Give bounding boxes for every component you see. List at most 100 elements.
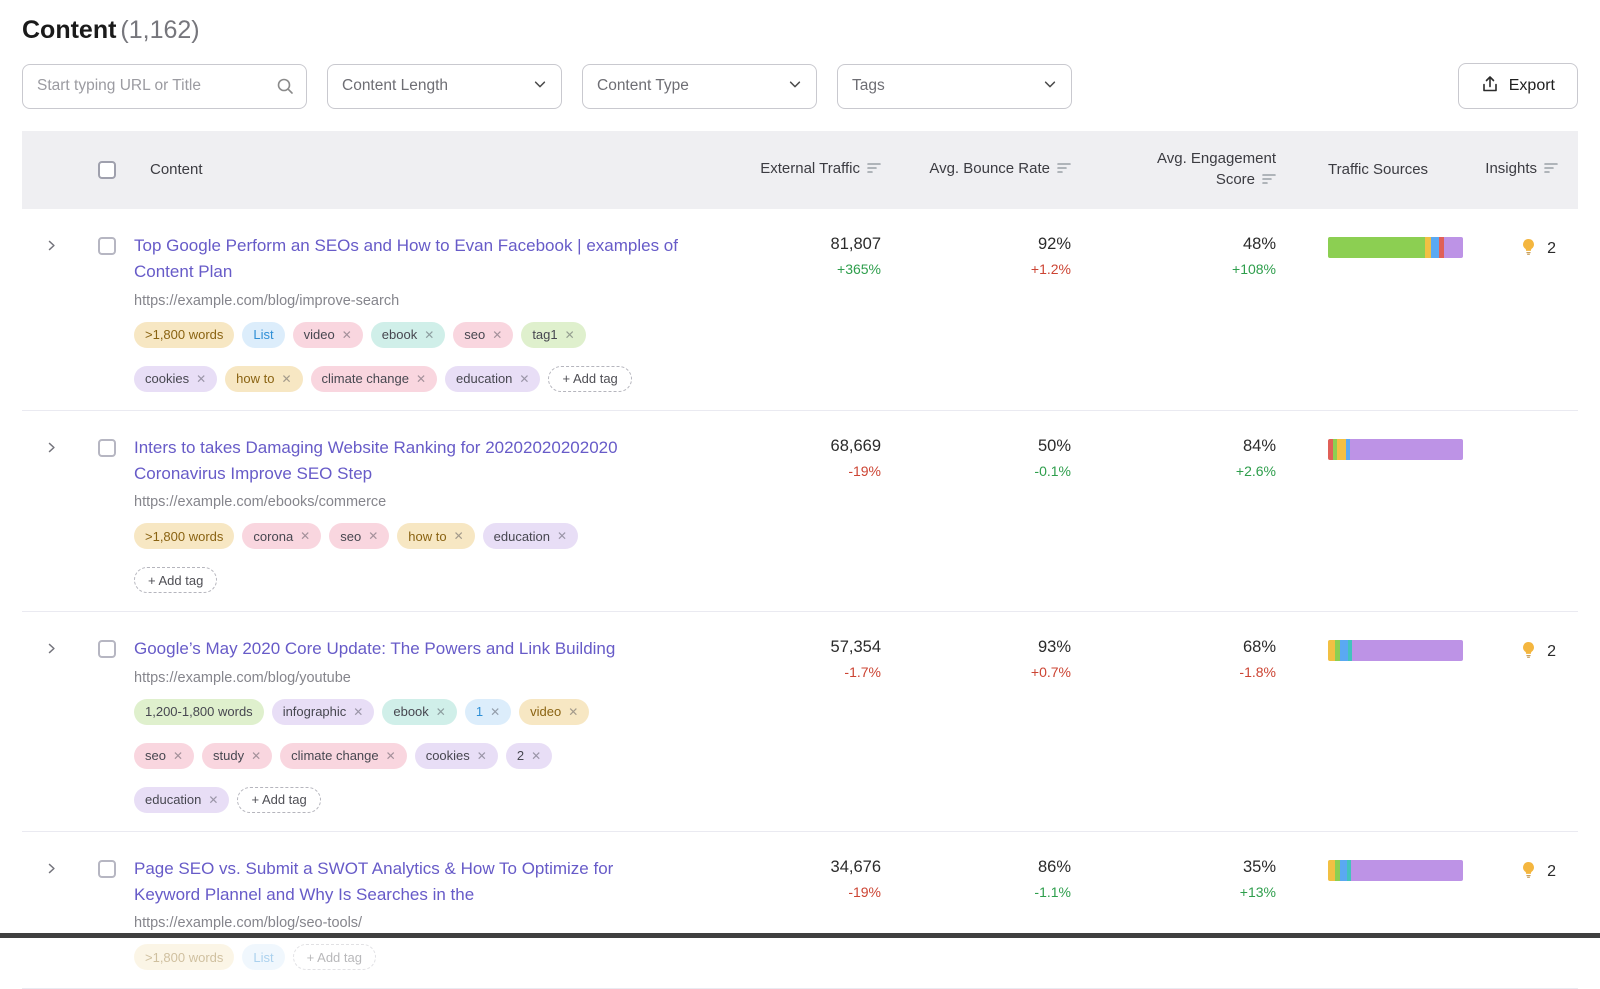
- expand-row-icon[interactable]: [45, 239, 58, 252]
- expand-row-icon[interactable]: [45, 862, 58, 875]
- tag-chip[interactable]: tag1✕: [521, 322, 585, 348]
- tag-chip[interactable]: 2✕: [506, 743, 552, 769]
- sort-icon[interactable]: [867, 160, 881, 180]
- lightbulb-icon[interactable]: [1519, 860, 1538, 884]
- remove-tag-icon[interactable]: ✕: [519, 373, 529, 385]
- tag-chip[interactable]: cookies✕: [415, 743, 498, 769]
- tag-chip[interactable]: >1,800 words: [134, 944, 234, 970]
- row-checkbox[interactable]: [98, 640, 116, 658]
- add-tag-button[interactable]: + Add tag: [293, 944, 376, 970]
- column-header-engagement-score[interactable]: Avg. Engagement Score: [1101, 149, 1306, 191]
- tag-label: >1,800 words: [145, 327, 223, 342]
- column-header-insights[interactable]: Insights: [1478, 159, 1578, 180]
- search-box[interactable]: [22, 64, 307, 109]
- content-cell: Google’s May 2020 Core Update: The Power…: [134, 636, 716, 812]
- row-checkbox[interactable]: [98, 237, 116, 255]
- tag-chip[interactable]: how to✕: [225, 366, 302, 392]
- insights-count[interactable]: 2: [1547, 863, 1556, 881]
- tag-label: ebook: [382, 327, 417, 342]
- sort-icon[interactable]: [1057, 160, 1071, 180]
- remove-tag-icon[interactable]: ✕: [454, 530, 464, 542]
- tag-chip[interactable]: video✕: [293, 322, 363, 348]
- table-row: Google’s May 2020 Core Update: The Power…: [22, 612, 1578, 831]
- remove-tag-icon[interactable]: ✕: [477, 750, 487, 762]
- lightbulb-icon[interactable]: [1519, 237, 1538, 261]
- tag-chip[interactable]: video✕: [519, 699, 589, 725]
- content-type-dropdown[interactable]: Content Type: [582, 64, 817, 109]
- column-header-external-traffic[interactable]: External Traffic: [716, 159, 911, 180]
- metric-value: 50%: [911, 437, 1071, 456]
- bounce-rate-cell: 92%+1.2%: [911, 233, 1101, 277]
- select-all-checkbox[interactable]: [98, 161, 116, 179]
- tag-chip[interactable]: education✕: [134, 787, 229, 813]
- remove-tag-icon[interactable]: ✕: [436, 706, 446, 718]
- content-title-link[interactable]: Page SEO vs. Submit a SWOT Analytics & H…: [134, 856, 679, 909]
- remove-tag-icon[interactable]: ✕: [173, 750, 183, 762]
- remove-tag-icon[interactable]: ✕: [557, 530, 567, 542]
- insights-count[interactable]: 2: [1547, 643, 1556, 661]
- content-length-dropdown[interactable]: Content Length: [327, 64, 562, 109]
- tag-chip[interactable]: corona✕: [242, 523, 321, 549]
- metric-delta: -1.8%: [1101, 664, 1276, 680]
- remove-tag-icon[interactable]: ✕: [281, 373, 291, 385]
- add-tag-button[interactable]: + Add tag: [237, 787, 320, 813]
- tag-chip[interactable]: seo✕: [329, 523, 389, 549]
- content-title-link[interactable]: Inters to takes Damaging Website Ranking…: [134, 435, 679, 488]
- remove-tag-icon[interactable]: ✕: [490, 706, 500, 718]
- remove-tag-icon[interactable]: ✕: [196, 373, 206, 385]
- tag-chip[interactable]: study✕: [202, 743, 272, 769]
- remove-tag-icon[interactable]: ✕: [565, 329, 575, 341]
- remove-tag-icon[interactable]: ✕: [368, 530, 378, 542]
- add-tag-button[interactable]: + Add tag: [134, 567, 217, 593]
- tag-chip[interactable]: ebook ✕: [371, 322, 445, 348]
- remove-tag-icon[interactable]: ✕: [342, 329, 352, 341]
- tag-chip[interactable]: seo✕: [453, 322, 513, 348]
- tag-chip[interactable]: education✕: [445, 366, 540, 392]
- tag-chip[interactable]: ebook✕: [382, 699, 456, 725]
- remove-tag-icon[interactable]: ✕: [251, 750, 261, 762]
- tag-chip[interactable]: climate change✕: [280, 743, 407, 769]
- remove-tag-icon[interactable]: ✕: [492, 329, 502, 341]
- metric-value: 68%: [1101, 638, 1276, 657]
- remove-tag-icon[interactable]: ✕: [531, 750, 541, 762]
- tag-chip[interactable]: List: [242, 322, 284, 348]
- add-tag-button[interactable]: + Add tag: [548, 366, 631, 392]
- remove-tag-icon[interactable]: ✕: [353, 706, 363, 718]
- tag-chip[interactable]: education✕: [483, 523, 578, 549]
- sort-icon[interactable]: [1262, 171, 1276, 191]
- chevron-down-icon: [788, 77, 802, 96]
- tag-chip[interactable]: cookies✕: [134, 366, 217, 392]
- metric-delta: +13%: [1101, 884, 1276, 900]
- traffic-sources-cell: [1306, 233, 1478, 258]
- search-input[interactable]: [35, 76, 276, 96]
- expand-row-icon[interactable]: [45, 441, 58, 454]
- insights-count[interactable]: 2: [1547, 240, 1556, 258]
- expand-row-icon[interactable]: [45, 642, 58, 655]
- remove-tag-icon[interactable]: ✕: [568, 706, 578, 718]
- remove-tag-icon[interactable]: ✕: [424, 329, 434, 341]
- content-title-link[interactable]: Google’s May 2020 Core Update: The Power…: [134, 636, 679, 662]
- remove-tag-icon[interactable]: ✕: [386, 750, 396, 762]
- tags-dropdown[interactable]: Tags: [837, 64, 1072, 109]
- metric-delta: +2.6%: [1101, 463, 1276, 479]
- lightbulb-icon[interactable]: [1519, 640, 1538, 664]
- tag-chip[interactable]: >1,800 words: [134, 523, 234, 549]
- tag-list: >1,800 words List + Add tag: [134, 944, 694, 970]
- tag-chip[interactable]: how to✕: [397, 523, 474, 549]
- export-button[interactable]: Export: [1458, 63, 1578, 109]
- tag-chip[interactable]: 1,200-1,800 words: [134, 699, 264, 725]
- content-title-link[interactable]: Top Google Perform an SEOs and How to Ev…: [134, 233, 679, 286]
- tag-chip[interactable]: climate change✕: [311, 366, 438, 392]
- tag-chip[interactable]: List: [242, 944, 284, 970]
- sort-icon[interactable]: [1544, 160, 1558, 180]
- tag-chip[interactable]: seo✕: [134, 743, 194, 769]
- remove-tag-icon[interactable]: ✕: [208, 794, 218, 806]
- row-checkbox[interactable]: [98, 860, 116, 878]
- row-checkbox[interactable]: [98, 439, 116, 457]
- tag-chip[interactable]: infographic✕: [272, 699, 375, 725]
- tag-chip[interactable]: 1✕: [465, 699, 511, 725]
- remove-tag-icon[interactable]: ✕: [300, 530, 310, 542]
- column-header-bounce-rate[interactable]: Avg. Bounce Rate: [911, 159, 1101, 180]
- tag-chip[interactable]: >1,800 words: [134, 322, 234, 348]
- remove-tag-icon[interactable]: ✕: [416, 373, 426, 385]
